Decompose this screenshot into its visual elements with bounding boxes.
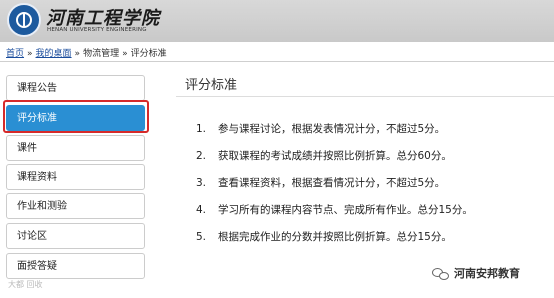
list-item: 4. 学习所有的课程内容节点、完成所有作业。总分15分。 [196,204,473,216]
sidebar-item-qa[interactable]: 面授答疑 [6,253,145,279]
sidebar-item-homework[interactable]: 作业和测验 [6,193,145,219]
page-title: 评分标准 [185,78,238,93]
watermark-left: 大都 回收 [8,280,43,289]
list-item: 2. 获取课程的考试成绩并按照比例折算。总分60分。 [196,150,452,162]
sidebar-item-materials[interactable]: 课程资料 [6,164,145,190]
sidebar-item-courseware[interactable]: 课件 [6,135,145,161]
list-item: 5. 根据完成作业的分数并按照比例折算。总分15分。 [196,231,452,243]
university-logo-icon [7,3,41,37]
sidebar-item-discussion[interactable]: 讨论区 [6,223,145,249]
site-header: 河南工程学院 HENAN UNIVERSITY ENGINEERING [0,0,554,42]
sidebar-item-announcements[interactable]: 课程公告 [6,75,145,101]
breadcrumb-separator: » [27,49,33,59]
list-item: 1. 参与课程讨论，根据发表情况计分，不超过5分。 [196,123,446,135]
grading-rules-list: 1. 参与课程讨论，根据发表情况计分，不超过5分。 2. 获取课程的考试成绩并按照比… [196,121,473,256]
breadcrumb-current: 评分标准 [130,49,167,59]
breadcrumb-separator: » [122,49,128,59]
active-item-highlight [3,100,149,133]
breadcrumb-home-link[interactable]: 首页 [6,49,24,59]
breadcrumb-course: 物流管理 [83,49,120,59]
wechat-icon [432,267,450,281]
title-divider [176,96,554,97]
breadcrumb-desk-link[interactable]: 我的桌面 [36,49,72,59]
breadcrumb-divider [0,61,554,62]
watermark-right: 河南安邦教育 [432,265,520,281]
breadcrumb-separator: » [74,49,81,59]
watermark-right-text: 河南安邦教育 [454,267,520,280]
breadcrumb: 首页» 我的桌面» 物流管理» 评分标准 [6,46,167,59]
list-item: 3. 查看课程资料，根据查看情况计分，不超过5分。 [196,177,446,189]
school-name-en: HENAN UNIVERSITY ENGINEERING [47,27,147,33]
